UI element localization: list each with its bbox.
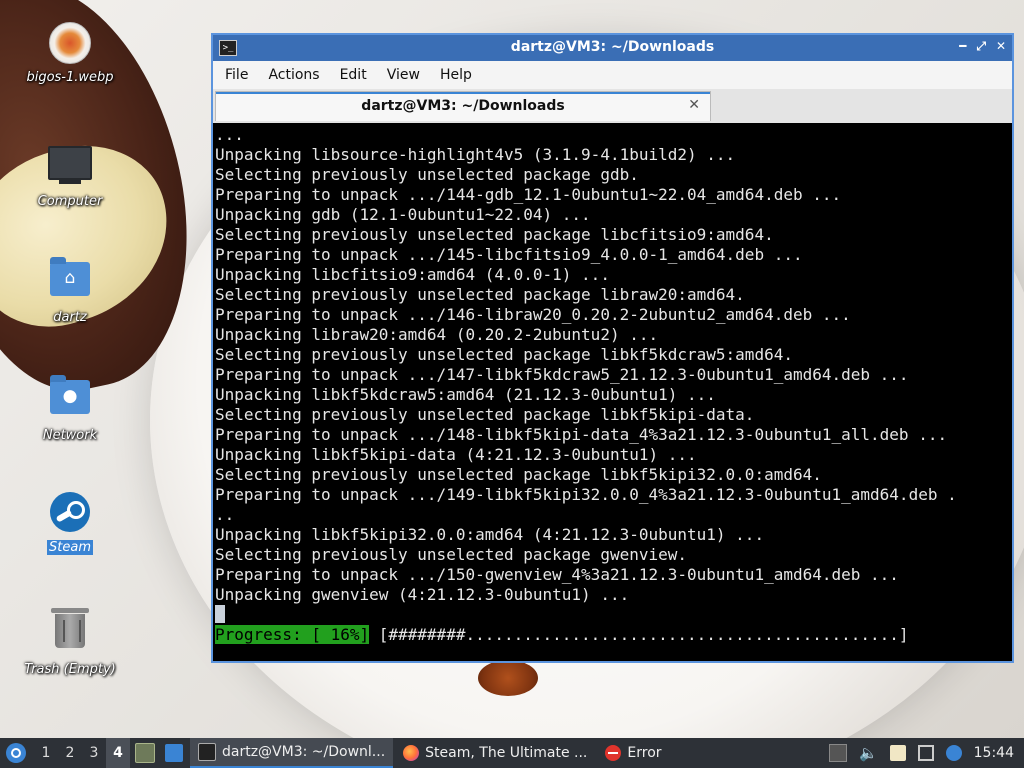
start-menu-icon[interactable] — [6, 743, 26, 763]
desktop-icon-label: bigos-1.webp — [26, 70, 114, 85]
desktop-icon-computer[interactable]: Computer — [20, 140, 120, 209]
terminal-output[interactable]: ... Unpacking libsource-highlight4v5 (3.… — [213, 123, 1012, 661]
task-terminal[interactable]: dartz@VM3: ~/Downl... — [190, 738, 394, 768]
trash-icon — [48, 608, 92, 658]
menu-help[interactable]: Help — [430, 67, 482, 83]
task-error[interactable]: Error — [597, 738, 669, 768]
terminal-line: Selecting previously unselected package … — [215, 345, 793, 364]
terminal-icon — [198, 743, 216, 761]
terminal-line: Unpacking libsource-highlight4v5 (3.1.9-… — [215, 145, 736, 164]
desktop-icon-label: Network — [42, 428, 98, 443]
terminal-line: Selecting previously unselected package … — [215, 165, 639, 184]
image-thumbnail-icon — [48, 22, 92, 66]
desktop-icon-label: Trash (Empty) — [24, 662, 116, 677]
terminal-cursor — [215, 605, 225, 623]
workspace-4[interactable]: 4 — [106, 738, 130, 768]
system-tray: 🔈 15:44 — [828, 744, 1024, 762]
terminal-line: Unpacking libkf5kdcraw5:amd64 (21.12.3-0… — [215, 385, 716, 404]
terminal-line: Selecting previously unselected package … — [215, 285, 745, 304]
computer-icon — [48, 146, 92, 190]
terminal-text: ... Unpacking libsource-highlight4v5 (3.… — [213, 123, 1012, 645]
desktop-icon-network[interactable]: ● Network — [20, 374, 120, 443]
terminal-window[interactable]: >_ dartz@VM3: ~/Downloads ━ ⤢ ✕ File Act… — [211, 33, 1014, 663]
terminal-line: Unpacking gwenview (4:21.12.3-0ubuntu1) … — [215, 585, 630, 604]
tab-bar: dartz@VM3: ~/Downloads ✕ — [213, 89, 1012, 124]
taskbar: 1 2 3 4 dartz@VM3: ~/Downl... Steam, The… — [0, 738, 1024, 768]
volume-icon[interactable]: 🔈 — [859, 744, 878, 762]
maximize-icon[interactable]: ⤢ — [976, 39, 986, 54]
menu-edit[interactable]: Edit — [330, 67, 377, 83]
terminal-line: ... — [215, 125, 244, 144]
task-label: dartz@VM3: ~/Downl... — [222, 744, 386, 760]
home-folder-icon: ⌂ — [48, 257, 92, 306]
error-icon — [605, 745, 622, 761]
wallpaper-food — [478, 660, 538, 696]
desktop-icon-label: dartz — [53, 310, 87, 325]
network-folder-icon: ● — [48, 375, 92, 424]
terminal-line: Unpacking libkf5kipi32.0.0:amd64 (4:21.1… — [215, 525, 765, 544]
terminal-line: Preparing to unpack .../147-libkf5kdcraw… — [215, 365, 909, 384]
terminal-line: Preparing to unpack .../144-gdb_12.1-0ub… — [215, 185, 842, 204]
desktop-icon-dartz[interactable]: ⌂ dartz — [20, 256, 120, 325]
window-titlebar[interactable]: >_ dartz@VM3: ~/Downloads ━ ⤢ ✕ — [213, 35, 1012, 61]
desktop-icon-steam[interactable]: Steam — [20, 490, 120, 555]
desktop-icon-bigos[interactable]: bigos-1.webp — [20, 22, 120, 85]
clock[interactable]: 15:44 — [974, 745, 1014, 761]
task-firefox[interactable]: Steam, The Ultimate ... — [395, 738, 595, 768]
close-icon[interactable]: ✕ — [996, 39, 1006, 54]
terminal-line: Preparing to unpack .../150-gwenview_4%3… — [215, 565, 899, 584]
tab-terminal[interactable]: dartz@VM3: ~/Downloads ✕ — [215, 91, 711, 121]
minimize-icon[interactable]: ━ — [959, 39, 966, 54]
desktop-icon-label: Computer — [37, 194, 103, 209]
terminal-line: Preparing to unpack .../146-libraw20_0.2… — [215, 305, 851, 324]
workspace-1[interactable]: 1 — [34, 745, 58, 761]
terminal-line: Unpacking gdb (12.1-0ubuntu1~22.04) ... — [215, 205, 591, 224]
terminal-line: Selecting previously unselected package … — [215, 465, 822, 484]
clipboard-icon[interactable] — [889, 745, 906, 761]
workspace-3[interactable]: 3 — [82, 745, 106, 761]
desktop-icon-label: Steam — [47, 540, 93, 555]
window-title: dartz@VM3: ~/Downloads — [510, 39, 715, 55]
scroll-icon[interactable] — [828, 744, 847, 762]
menu-view[interactable]: View — [377, 67, 430, 83]
workspace-2[interactable]: 2 — [58, 745, 82, 761]
task-label: Error — [627, 745, 662, 761]
task-label: Steam, The Ultimate ... — [425, 745, 588, 761]
terminal-line: Selecting previously unselected package … — [215, 405, 755, 424]
progress-bar: [########...............................… — [369, 625, 909, 644]
terminal-line: Selecting previously unselected package … — [215, 545, 688, 564]
steam-icon — [48, 492, 92, 536]
terminal-line: Unpacking libkf5kipi-data (4:21.12.3-0ub… — [215, 445, 697, 464]
firefox-icon — [403, 745, 420, 761]
update-notification-icon[interactable] — [945, 745, 962, 761]
terminal-line: Unpacking libcfitsio9:amd64 (4.0.0-1) ..… — [215, 265, 610, 284]
terminal-line: Preparing to unpack .../149-libkf5kipi32… — [215, 485, 957, 504]
terminal-line: Selecting previously unselected package … — [215, 225, 774, 244]
terminal-line: Preparing to unpack .../145-libcfitsio9_… — [215, 245, 803, 264]
menu-file[interactable]: File — [215, 67, 258, 83]
show-desktop-icon[interactable] — [165, 744, 183, 762]
tab-close-icon[interactable]: ✕ — [688, 97, 700, 113]
file-manager-icon[interactable] — [135, 743, 155, 763]
terminal-line: Unpacking libraw20:amd64 (0.20.2-2ubuntu… — [215, 325, 659, 344]
menu-bar: File Actions Edit View Help — [213, 61, 1012, 89]
display-icon[interactable] — [917, 745, 934, 761]
terminal-line: Preparing to unpack .../148-libkf5kipi-d… — [215, 425, 948, 444]
tab-title: dartz@VM3: ~/Downloads — [361, 98, 565, 114]
progress-label: Progress: [ 16%] — [215, 625, 370, 644]
desktop-icon-trash[interactable]: Trash (Empty) — [20, 606, 120, 677]
menu-actions[interactable]: Actions — [258, 67, 329, 83]
terminal-line: .. — [215, 505, 235, 524]
